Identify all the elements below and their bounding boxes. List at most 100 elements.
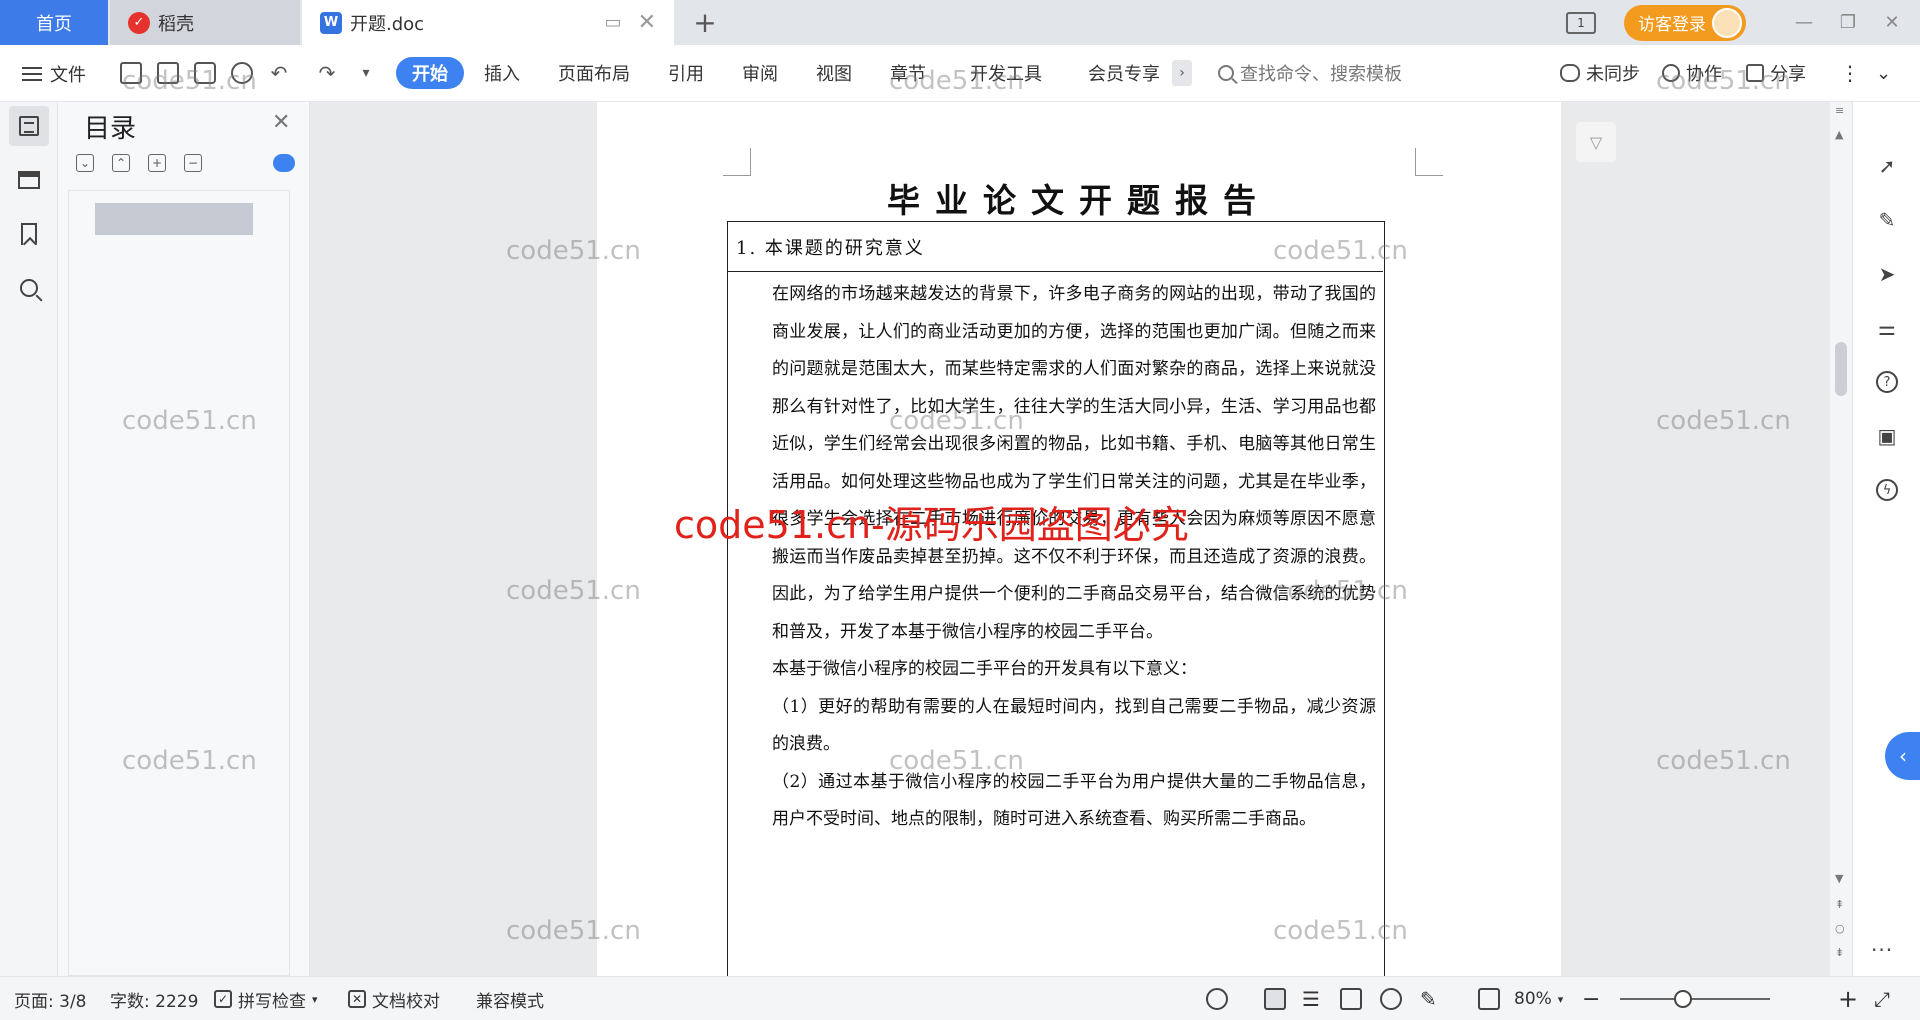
- more-tabs-icon[interactable]: ›: [1172, 60, 1192, 86]
- vertical-scrollbar[interactable]: ≡ ▲ ▼ ⇞ ○ ⇟: [1830, 102, 1852, 976]
- redo-icon[interactable]: ↷: [314, 60, 340, 86]
- tab-references[interactable]: 引用: [668, 57, 704, 89]
- tab-insert[interactable]: 插入: [484, 57, 520, 89]
- outline-view-icon[interactable]: ☰: [1302, 977, 1320, 1020]
- paragraph: （1）更好的帮助有需要的人在最短时间内，找到自己需要二手物品，减少资源的浪费。: [772, 696, 1376, 755]
- next-page-icon[interactable]: ⇟: [1835, 946, 1844, 959]
- scroll-down-icon[interactable]: ▼: [1835, 872, 1843, 885]
- visitor-login-button[interactable]: 访客登录: [1624, 4, 1746, 41]
- zoom-out-button[interactable]: −: [1582, 977, 1600, 1020]
- command-search[interactable]: 查找命令、搜索模板: [1218, 57, 1402, 89]
- spellcheck-icon: ✓: [214, 990, 232, 1008]
- toc-entry[interactable]: [95, 203, 253, 235]
- tab-daoke[interactable]: ✓ 稻壳: [110, 0, 300, 45]
- write-mode-icon[interactable]: ✎: [1420, 977, 1437, 1020]
- customize-toolbar-icon[interactable]: ▾: [353, 60, 379, 86]
- daoke-logo-icon: ✓: [128, 11, 150, 34]
- tab-page-layout[interactable]: 页面布局: [558, 57, 630, 89]
- rocket-icon[interactable]: ➚: [1875, 154, 1899, 178]
- watermark: code51.cn: [506, 576, 641, 606]
- pin-window-icon[interactable]: ▭: [605, 12, 622, 33]
- zoom-level[interactable]: 80% ▾: [1514, 977, 1563, 1020]
- fullscreen-icon[interactable]: ⤢: [1874, 977, 1890, 1020]
- filter-hint-icon[interactable]: ▽: [1576, 122, 1616, 162]
- toc-list: [68, 190, 290, 976]
- navigation-icon: [18, 171, 40, 189]
- search-placeholder: 查找命令、搜索模板: [1240, 64, 1402, 85]
- toc-view-toggle-icon[interactable]: [273, 154, 295, 172]
- collapse-panel-button[interactable]: ‹: [1885, 732, 1920, 780]
- proofread-button[interactable]: ✕ 文档校对: [348, 977, 440, 1020]
- fit-page-icon[interactable]: [1478, 977, 1500, 1020]
- word-count[interactable]: 字数: 2229: [110, 977, 198, 1020]
- reading-view-icon[interactable]: [1340, 977, 1362, 1020]
- zoom-level-label: 80%: [1514, 989, 1552, 1009]
- search-icon: [1218, 65, 1234, 81]
- page-indicator[interactable]: 页面: 3/8: [14, 977, 87, 1020]
- sliders-icon[interactable]: ⚌: [1875, 316, 1899, 340]
- pointer-icon[interactable]: ➤: [1875, 262, 1899, 286]
- expand-all-icon[interactable]: ⌄: [76, 154, 94, 172]
- navigation-button[interactable]: [9, 160, 49, 200]
- help-icon[interactable]: ?: [1875, 370, 1899, 394]
- undo-icon[interactable]: ↶: [266, 60, 292, 86]
- sync-status[interactable]: 未同步: [1560, 57, 1640, 89]
- spellcheck-button[interactable]: ✓ 拼写检查 ▾: [214, 977, 318, 1020]
- web-view-icon[interactable]: [1380, 977, 1402, 1020]
- collapse-all-icon[interactable]: ⌃: [112, 154, 130, 172]
- scroll-up-icon[interactable]: ▲: [1835, 128, 1843, 141]
- watermark: code51.cn: [506, 916, 641, 946]
- remove-heading-icon[interactable]: −: [184, 154, 202, 172]
- window-layout-icon[interactable]: 1: [1566, 11, 1596, 34]
- more-tools-icon[interactable]: ···: [1871, 938, 1893, 962]
- bookmark-icon: [21, 223, 37, 245]
- toc-panel: 目录 ✕ ⌄ ⌃ + −: [58, 102, 310, 976]
- scroll-thumb[interactable]: [1835, 342, 1847, 396]
- menu-icon: [22, 66, 42, 81]
- close-window-icon[interactable]: ✕: [1870, 0, 1914, 45]
- file-menu[interactable]: 文件: [22, 45, 86, 102]
- toc-panel-button[interactable]: [9, 106, 49, 146]
- restore-icon[interactable]: ❐: [1826, 0, 1870, 45]
- find-button[interactable]: [9, 268, 49, 308]
- compat-mode: 兼容模式: [476, 977, 544, 1020]
- watermark: code51.cn: [1656, 746, 1791, 776]
- cloud-icon: [1560, 64, 1580, 82]
- close-tab-icon[interactable]: ✕: [638, 10, 656, 35]
- tab-review[interactable]: 审阅: [742, 57, 778, 89]
- ai-assistant-icon[interactable]: ϟ: [1875, 478, 1899, 502]
- layout-badge: 1: [1577, 15, 1585, 30]
- close-icon[interactable]: ✕: [272, 110, 290, 135]
- tab-start[interactable]: 开始: [396, 57, 464, 89]
- collapse-ribbon-icon[interactable]: ⌄: [1876, 57, 1891, 89]
- more-options-icon[interactable]: ⋮: [1840, 57, 1860, 89]
- search-icon: [20, 279, 38, 297]
- image-tool-icon[interactable]: ▣: [1875, 424, 1899, 448]
- zoom-slider-thumb[interactable]: [1674, 990, 1693, 1008]
- new-tab-button[interactable]: +: [690, 0, 720, 45]
- select-browse-icon[interactable]: ○: [1835, 922, 1845, 935]
- pen-icon[interactable]: ✎: [1875, 208, 1899, 232]
- tab-daoke-label: 稻壳: [158, 13, 194, 35]
- zoom-slider[interactable]: [1620, 990, 1770, 1008]
- left-rail: [0, 102, 58, 976]
- sync-label: 未同步: [1586, 64, 1640, 85]
- tab-home[interactable]: 首页: [0, 0, 108, 45]
- tab-bar: 首页 ✓ 稻壳 W 开题.doc ▭ ✕ + 1 访客登录 — ❐ ✕: [0, 0, 1920, 45]
- visitor-login-label: 访客登录: [1638, 15, 1706, 35]
- prev-page-icon[interactable]: ⇞: [1835, 898, 1844, 911]
- add-heading-icon[interactable]: +: [148, 154, 166, 172]
- watermark: code51.cn: [122, 406, 257, 436]
- page-view-icon[interactable]: [1264, 977, 1286, 1020]
- tab-member[interactable]: 会员专享: [1088, 57, 1160, 89]
- watermark: code51.cn: [1273, 576, 1408, 606]
- minimize-icon[interactable]: —: [1782, 0, 1826, 45]
- tab-document[interactable]: W 开题.doc ▭ ✕: [302, 0, 674, 45]
- crop-mark: [723, 148, 751, 176]
- toc-icon: [19, 116, 39, 136]
- bookmark-button[interactable]: [9, 214, 49, 254]
- eye-protection-icon[interactable]: [1206, 977, 1228, 1020]
- scroll-top-icon[interactable]: ≡: [1835, 104, 1844, 117]
- tab-view[interactable]: 视图: [816, 57, 852, 89]
- zoom-in-button[interactable]: +: [1838, 977, 1858, 1020]
